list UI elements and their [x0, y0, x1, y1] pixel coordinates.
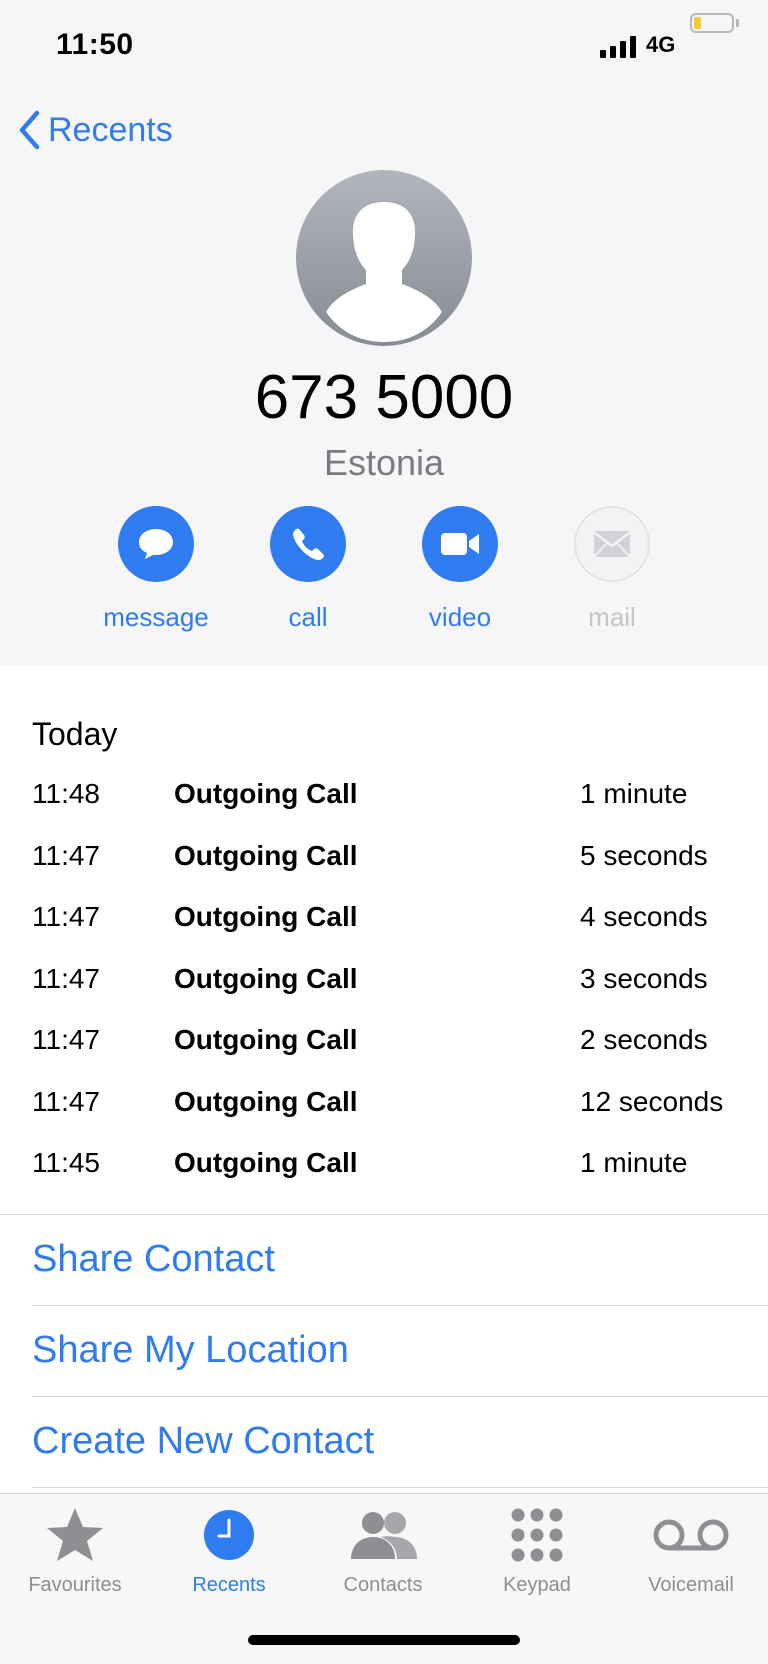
divider	[32, 1487, 768, 1488]
tab-recents[interactable]: Recents	[154, 1504, 304, 1597]
call-row: 11:45 Outgoing Call 1 minute	[0, 1129, 768, 1191]
call-label: call	[288, 602, 328, 632]
video-label: video	[428, 602, 492, 632]
call-kind: Outgoing Call	[174, 839, 358, 871]
avatar	[296, 170, 472, 346]
call-kind: Outgoing Call	[174, 901, 358, 932]
call-row: 11:47 Outgoing Call 5 seconds	[0, 822, 768, 884]
call-time: 11:47	[32, 1085, 100, 1117]
call-time: 11:45	[32, 1147, 100, 1178]
battery-tip	[736, 19, 739, 27]
tab-contacts[interactable]: Contacts	[308, 1504, 458, 1597]
tab-label: Contacts	[343, 1574, 423, 1596]
divider	[32, 1396, 768, 1397]
call-time: 11:48	[32, 778, 100, 809]
contacts-icon	[308, 1504, 458, 1566]
call-duration: 4 seconds	[580, 901, 708, 932]
call-duration: 12 seconds	[580, 1085, 724, 1117]
network-label: 4G	[646, 32, 676, 57]
status-bar: 11:50 4G	[0, 22, 768, 72]
tab-label: Recents	[192, 1574, 266, 1596]
call-duration: 5 seconds	[580, 839, 708, 871]
home-indicator[interactable]	[248, 1635, 520, 1645]
share-contact-link[interactable]: Share Contact	[32, 1238, 275, 1281]
person-silhouette-icon	[326, 202, 442, 342]
message-button[interactable]: message	[76, 506, 236, 633]
battery-icon	[690, 13, 734, 33]
mail-button[interactable]: mail	[532, 506, 692, 633]
call-kind: Outgoing Call	[174, 1085, 358, 1117]
call-row: 11:47 Outgoing Call 4 seconds	[0, 883, 768, 945]
call-row: 11:48 Outgoing Call 1 minute	[0, 760, 768, 822]
call-duration: 3 seconds	[580, 962, 708, 994]
share-location-link[interactable]: Share My Location	[32, 1329, 349, 1372]
call-duration: 1 minute	[580, 1147, 688, 1178]
call-kind: Outgoing Call	[174, 1024, 358, 1055]
call-kind: Outgoing Call	[174, 778, 358, 809]
call-kind: Outgoing Call	[174, 962, 358, 994]
chevron-left-icon	[19, 110, 40, 150]
tab-label: Voicemail	[648, 1574, 734, 1596]
divider	[0, 1214, 768, 1215]
voicemail-icon	[616, 1504, 766, 1566]
contact-country: Estonia	[323, 442, 445, 483]
tab-label: Favourites	[28, 1574, 122, 1596]
phone-icon	[270, 506, 346, 582]
call-row: 11:47 Outgoing Call 12 seconds	[0, 1068, 768, 1130]
back-button[interactable]: Recents	[18, 110, 173, 150]
video-button[interactable]: video	[380, 506, 540, 633]
status-time: 11:50	[56, 28, 134, 61]
contact-number: 673 5000	[254, 363, 514, 432]
call-time: 11:47	[32, 901, 100, 932]
video-icon	[422, 506, 498, 582]
call-time: 11:47	[32, 839, 100, 871]
call-duration: 2 seconds	[580, 1024, 708, 1055]
call-row: 11:47 Outgoing Call 2 seconds	[0, 1006, 768, 1068]
tab-favourites[interactable]: Favourites	[0, 1504, 150, 1597]
tab-voicemail[interactable]: Voicemail	[616, 1504, 766, 1597]
signal-icon	[600, 36, 636, 58]
message-label: message	[103, 602, 209, 632]
tab-label: Keypad	[503, 1574, 571, 1596]
call-row: 11:47 Outgoing Call 3 seconds	[0, 945, 768, 1007]
mail-label: mail	[588, 602, 636, 632]
call-duration: 1 minute	[580, 778, 688, 809]
clock-icon	[154, 1504, 304, 1566]
history-section-title: Today	[32, 716, 118, 752]
create-contact-link[interactable]: Create New Contact	[32, 1420, 374, 1463]
call-kind: Outgoing Call	[174, 1147, 358, 1178]
message-icon	[118, 506, 194, 582]
call-button[interactable]: call	[228, 506, 388, 633]
mail-icon	[574, 506, 650, 582]
keypad-icon	[462, 1504, 612, 1566]
call-time: 11:47	[32, 962, 100, 994]
contact-actions: message call video mail	[0, 506, 768, 636]
divider	[32, 1305, 768, 1306]
back-label: Recents	[48, 110, 173, 149]
call-history-list: 11:48 Outgoing Call 1 minute 11:47 Outgo…	[0, 760, 768, 1191]
call-time: 11:47	[32, 1024, 100, 1055]
tab-keypad[interactable]: Keypad	[462, 1504, 612, 1597]
star-icon	[0, 1504, 150, 1566]
